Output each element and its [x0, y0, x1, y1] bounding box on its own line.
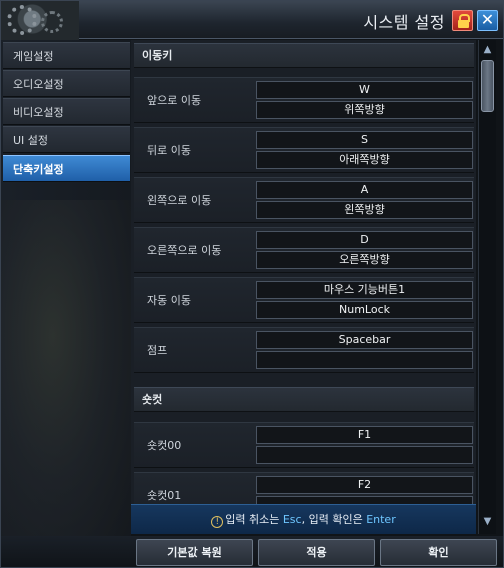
ok-button[interactable]: 확인 — [380, 539, 497, 566]
apply-button[interactable]: 적용 — [258, 539, 375, 566]
primary-key-field[interactable]: W — [256, 81, 473, 99]
section-header-shortcuts: 숏컷 — [134, 387, 474, 412]
hint-esc-key: Esc — [282, 513, 302, 526]
scrollbar[interactable]: ▲ ▼ — [478, 40, 496, 534]
gear-icon — [7, 5, 37, 35]
primary-key-field[interactable]: A — [256, 181, 473, 199]
secondary-key-field[interactable]: 아래쪽방향 — [256, 151, 473, 169]
hotkey-list: 이동키 앞으로 이동 W 위쪽방향 뒤로 이동 S 아래쪽방향 왼쪽으로 이동 … — [131, 40, 476, 504]
primary-key-field[interactable]: F1 — [256, 426, 473, 444]
hotkey-label: 숏컷01 — [147, 489, 182, 502]
gear-logo-icon — [1, 1, 79, 41]
secondary-key-field[interactable]: 왼쪽방향 — [256, 201, 473, 219]
lock-icon[interactable] — [452, 10, 473, 31]
hotkey-row: 앞으로 이동 W 위쪽방향 — [134, 77, 474, 123]
secondary-key-field[interactable]: 오른쪽방향 — [256, 251, 473, 269]
primary-key-field[interactable]: F2 — [256, 476, 473, 494]
secondary-key-field[interactable] — [256, 351, 473, 369]
hotkey-label: 오른쪽으로 이동 — [147, 244, 222, 257]
hotkey-row: 숏컷00 F1 — [134, 422, 474, 468]
close-icon[interactable]: ✕ — [477, 10, 498, 31]
hotkey-row: 오른쪽으로 이동 D 오른쪽방향 — [134, 227, 474, 273]
scrollbar-thumb[interactable] — [481, 60, 494, 112]
small-gear-icon — [41, 11, 63, 33]
hint-text-before: 입력 취소는 — [225, 513, 283, 526]
hotkey-label: 숏컷00 — [147, 439, 182, 452]
secondary-key-field[interactable]: NumLock — [256, 301, 473, 319]
hotkey-row: 숏컷01 F2 — [134, 472, 474, 504]
nav-item-game[interactable]: 게임설정 — [3, 42, 130, 69]
reset-defaults-button[interactable]: 기본값 복원 — [136, 539, 253, 566]
hotkey-label: 뒤로 이동 — [147, 144, 191, 157]
primary-key-field[interactable]: 마우스 기능버튼1 — [256, 281, 473, 299]
scroll-down-icon[interactable]: ▼ — [481, 516, 494, 528]
hint-text-mid: , 입력 확인은 — [301, 513, 367, 526]
scroll-up-icon[interactable]: ▲ — [481, 44, 494, 56]
input-hint-bar: ! 입력 취소는 Esc, 입력 확인은 Enter — [131, 504, 476, 534]
hint-enter-key: Enter — [366, 513, 396, 526]
title-bar[interactable]: 시스템 설정 ✕ — [1, 1, 503, 41]
window-title: 시스템 설정 — [363, 13, 445, 32]
secondary-key-field[interactable] — [256, 496, 473, 504]
secondary-key-field[interactable] — [256, 446, 473, 464]
nav-item-video[interactable]: 비디오설정 — [3, 98, 130, 125]
hotkey-label: 왼쪽으로 이동 — [147, 194, 212, 207]
hotkey-row: 자동 이동 마우스 기능버튼1 NumLock — [134, 277, 474, 323]
nav-background — [1, 200, 131, 540]
primary-key-field[interactable]: D — [256, 231, 473, 249]
hotkey-row: 왼쪽으로 이동 A 왼쪽방향 — [134, 177, 474, 223]
nav-item-hotkeys[interactable]: 단축키설정 — [3, 155, 130, 182]
nav-item-ui[interactable]: UI 설정 — [3, 126, 130, 153]
secondary-key-field[interactable]: 위쪽방향 — [256, 101, 473, 119]
settings-nav: 게임설정 오디오설정 비디오설정 UI 설정 단축키설정 — [1, 40, 131, 540]
info-icon: ! — [211, 516, 224, 528]
hotkey-row: 점프 Spacebar — [134, 327, 474, 373]
primary-key-field[interactable]: Spacebar — [256, 331, 473, 349]
nav-item-audio[interactable]: 오디오설정 — [3, 70, 130, 97]
button-bar: 기본값 복원 적용 확인 — [1, 536, 503, 567]
hotkey-row: 뒤로 이동 S 아래쪽방향 — [134, 127, 474, 173]
hotkey-label: 앞으로 이동 — [147, 94, 202, 107]
hotkey-label: 자동 이동 — [147, 294, 191, 307]
section-header-movement: 이동키 — [134, 43, 474, 68]
primary-key-field[interactable]: S — [256, 131, 473, 149]
hotkey-label: 점프 — [147, 344, 168, 357]
system-settings-window: 시스템 설정 ✕ 게임설정 오디오설정 비디오설정 UI 설정 단축키설정 이동… — [0, 0, 504, 568]
